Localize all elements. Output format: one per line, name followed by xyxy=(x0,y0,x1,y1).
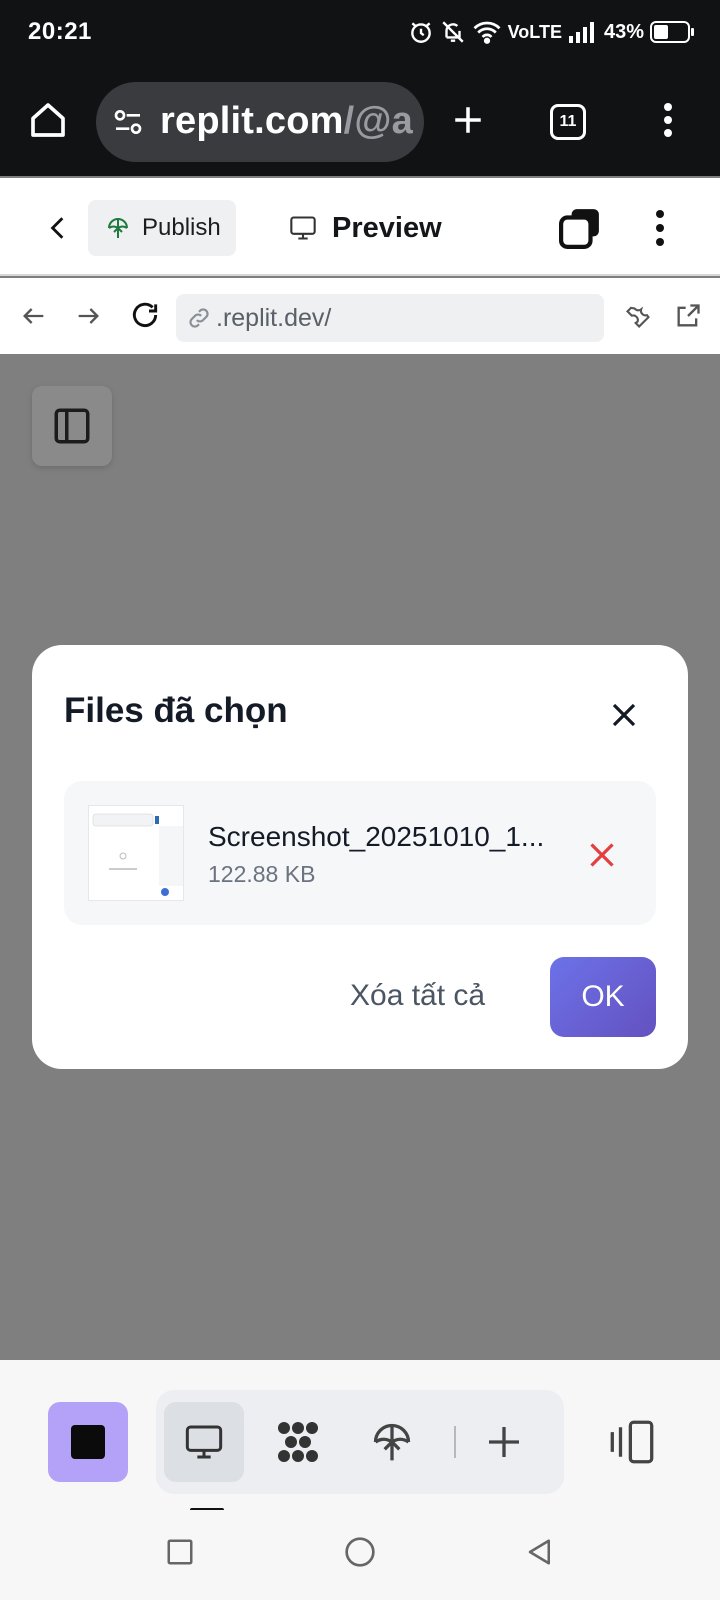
publish-icon xyxy=(373,1423,411,1461)
home-nav-button[interactable] xyxy=(336,1528,384,1576)
system-nav-bar xyxy=(0,1510,720,1600)
wrench-icon xyxy=(626,306,650,328)
publish-icon xyxy=(108,218,128,238)
open-new-tab-button[interactable] xyxy=(668,296,708,336)
wifi-icon xyxy=(473,21,501,44)
status-bar: 20:21 VoLTE 43% xyxy=(0,0,720,66)
status-icons: VoLTE 43% xyxy=(408,14,694,50)
back-arrow-icon xyxy=(23,308,44,324)
close-icon xyxy=(612,703,636,727)
stop-icon xyxy=(71,1425,105,1459)
remove-file-button[interactable] xyxy=(584,837,620,873)
file-size: 122.88 KB xyxy=(208,861,316,887)
battery-percent: 43% xyxy=(603,20,644,43)
workspace-header: Publish Preview xyxy=(0,178,720,276)
open-external-icon xyxy=(677,304,700,327)
preview-url-text: .replit.dev/ xyxy=(216,303,332,332)
preview-label: Preview xyxy=(332,211,442,244)
tool-group xyxy=(156,1390,564,1494)
stop-button[interactable] xyxy=(48,1402,128,1482)
recents-square-icon xyxy=(167,1539,193,1565)
sidebar-icon xyxy=(54,408,90,444)
site-settings-icon[interactable] xyxy=(112,106,144,138)
url-host: replit.com xyxy=(160,100,344,142)
back-nav-button[interactable] xyxy=(516,1528,564,1576)
agent-tool-button[interactable] xyxy=(258,1402,338,1482)
home-circle-icon xyxy=(345,1537,375,1567)
sidebar-toggle-button[interactable] xyxy=(32,386,112,466)
ok-button[interactable]: OK xyxy=(550,957,656,1037)
plus-icon xyxy=(489,1427,519,1457)
browser-menu-button[interactable] xyxy=(648,98,688,142)
selected-files-dialog: Files đã chọn Screenshot_20251010_1... 1… xyxy=(32,645,688,1069)
home-icon xyxy=(31,103,65,137)
dialog-title: Files đã chọn xyxy=(64,691,288,730)
workspace-switcher-button[interactable] xyxy=(556,204,604,252)
back-triangle-icon xyxy=(528,1539,550,1565)
tab-switcher-icon: 11 xyxy=(550,104,586,140)
back-button[interactable] xyxy=(36,204,80,252)
screenshot-thumbnail-image xyxy=(89,806,183,900)
close-dialog-button[interactable] xyxy=(604,695,644,735)
preview-url-input[interactable]: .replit.dev/ xyxy=(176,294,604,342)
url-omnibox[interactable]: replit.com/@a xyxy=(96,82,424,162)
forward-arrow-icon xyxy=(78,308,99,324)
bell-off-icon xyxy=(442,21,464,43)
browser-toolbar: replit.com/@a 11 xyxy=(0,66,720,176)
back-chevron-icon xyxy=(50,217,64,239)
recents-button[interactable] xyxy=(156,1528,204,1576)
publish-label: Publish xyxy=(142,214,221,241)
tab-switcher-button[interactable]: 11 xyxy=(546,100,590,144)
panels-icon xyxy=(610,1420,654,1464)
monitor-icon xyxy=(185,1425,223,1459)
file-item: Screenshot_20251010_1... 122.88 KB xyxy=(64,781,656,925)
panels-button[interactable] xyxy=(604,1412,660,1472)
more-vert-icon xyxy=(656,210,664,246)
monitor-icon xyxy=(290,216,316,240)
agent-icon xyxy=(278,1422,318,1462)
publish-tool-button[interactable] xyxy=(352,1402,432,1482)
bottom-toolbar xyxy=(0,1360,720,1512)
new-tab-button[interactable] xyxy=(446,98,490,142)
network-type: VoLTE xyxy=(507,21,562,42)
alarm-icon xyxy=(410,22,431,43)
file-name: Screenshot_20251010_1... xyxy=(208,821,545,852)
url-text: replit.com/@a xyxy=(160,100,413,143)
preview-back-button[interactable] xyxy=(14,296,54,336)
link-icon xyxy=(189,308,209,328)
preview-address-bar: .replit.dev/ xyxy=(0,278,720,354)
devtools-button[interactable] xyxy=(618,296,658,336)
workspace-icon xyxy=(559,209,599,249)
url-path: /@a xyxy=(343,100,413,142)
reload-button[interactable] xyxy=(124,294,166,336)
status-time: 20:21 xyxy=(28,18,92,45)
new-tab-icon xyxy=(455,107,481,133)
preview-tab[interactable]: Preview xyxy=(288,200,442,256)
more-vert-icon xyxy=(664,103,672,137)
clear-all-button[interactable]: Xóa tất cả xyxy=(350,979,485,1013)
reload-icon xyxy=(132,302,158,327)
preview-tool-button[interactable] xyxy=(164,1402,244,1482)
toolbar-divider xyxy=(454,1426,456,1458)
file-thumbnail xyxy=(88,805,184,901)
add-tool-button[interactable] xyxy=(464,1402,544,1482)
publish-button[interactable]: Publish xyxy=(88,200,236,256)
remove-x-icon xyxy=(590,843,614,867)
battery-icon xyxy=(650,21,694,43)
home-button[interactable] xyxy=(26,98,70,142)
workspace-menu-button[interactable] xyxy=(640,204,680,252)
preview-forward-button[interactable] xyxy=(68,296,108,336)
signal-icon xyxy=(568,22,594,43)
